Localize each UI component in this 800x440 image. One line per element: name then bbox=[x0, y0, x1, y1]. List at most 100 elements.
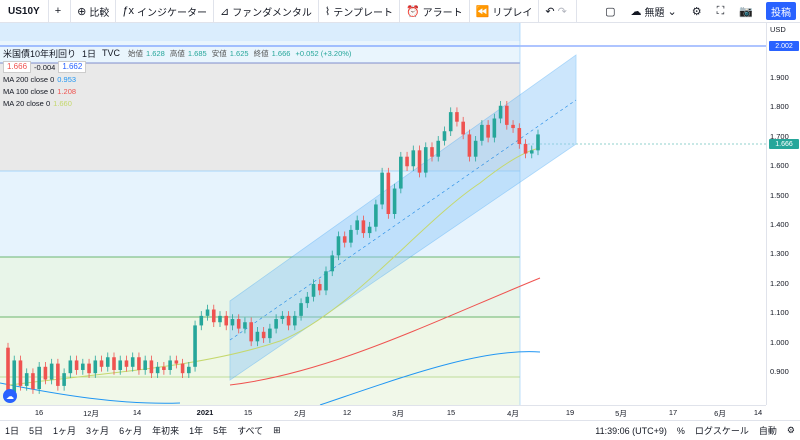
candle-body bbox=[24, 373, 29, 386]
candle-body bbox=[436, 140, 441, 157]
close-label: 終値 bbox=[253, 48, 269, 58]
candle-body bbox=[230, 319, 235, 326]
replay-button[interactable]: ⏪ リプレイ bbox=[470, 0, 540, 22]
time-tick: 15 bbox=[243, 408, 253, 417]
chart-area[interactable]: 米国債10年利回り 1日 TVC 始値 1.628 高値 1.685 安値 1.625… bbox=[0, 23, 766, 405]
candle-body bbox=[492, 118, 497, 138]
gear-icon[interactable]: ⚙ bbox=[782, 425, 800, 436]
fundamentals-button[interactable]: ⊿ ファンダメンタル bbox=[214, 0, 319, 22]
auto-scale-toggle[interactable]: 自動 bbox=[754, 424, 782, 437]
legend-bidask-row: 1.666 -0.004 1.662 bbox=[3, 61, 354, 73]
candle-body bbox=[180, 363, 185, 374]
candle-body bbox=[274, 319, 278, 329]
time-tick: 2月 bbox=[294, 409, 306, 418]
price-tick: 1.000 bbox=[770, 337, 789, 347]
layout-name-button[interactable]: ☁ 無題 ⌄ bbox=[625, 0, 686, 22]
candle-body bbox=[311, 284, 316, 297]
candle-body bbox=[99, 360, 104, 367]
fullscreen-button[interactable]: ⛶ bbox=[711, 0, 734, 22]
price-axis[interactable]: USD 2.002 1.900 1.800 1.700 1.600 1.500 1.400… bbox=[766, 23, 800, 405]
legend-ma20[interactable]: MA 20 close 0 1.660 bbox=[3, 97, 354, 109]
time-tick: 3月 bbox=[392, 409, 404, 418]
price-badge-top: 2.002 bbox=[769, 41, 799, 51]
range-button[interactable]: 5年 bbox=[208, 424, 232, 437]
bid-box[interactable]: 1.666 bbox=[3, 61, 32, 73]
price-tick: 1.100 bbox=[770, 308, 789, 318]
alerts-label: アラート bbox=[422, 7, 463, 19]
candle-body bbox=[536, 134, 540, 151]
candle-body bbox=[268, 328, 272, 339]
indicators-label: インジケーター bbox=[136, 7, 207, 19]
candle-body bbox=[43, 366, 48, 380]
candle-body bbox=[155, 366, 160, 374]
candle-body bbox=[49, 363, 54, 380]
undo-button[interactable]: ↶ ↷ bbox=[539, 0, 577, 22]
add-symbol-button[interactable]: + bbox=[49, 0, 72, 22]
low-label: 安値 bbox=[211, 48, 227, 58]
open-value: 1.628 bbox=[146, 48, 165, 58]
time-tick: 6月 bbox=[714, 409, 726, 418]
calendar-icon[interactable]: ⊞ bbox=[268, 425, 286, 436]
post-button[interactable]: 投稿 bbox=[766, 2, 796, 20]
percent-toggle[interactable]: % bbox=[672, 426, 690, 436]
templates-button[interactable]: ⌇ テンプレート bbox=[319, 0, 400, 22]
snapshot-button[interactable]: 📷 bbox=[733, 0, 762, 22]
symbol-search[interactable]: US10Y bbox=[0, 0, 49, 22]
candle-body bbox=[374, 204, 378, 227]
legend-ma200[interactable]: MA 200 close 0 0.953 bbox=[3, 73, 354, 85]
compare-button[interactable]: ⊕ 比較 bbox=[71, 0, 117, 22]
alarm-icon: ⏰ bbox=[405, 5, 420, 18]
high-value: 1.685 bbox=[187, 48, 207, 58]
candle-body bbox=[174, 360, 179, 364]
candle-body bbox=[187, 366, 191, 374]
candle-body bbox=[399, 156, 403, 189]
candle-body bbox=[417, 150, 422, 173]
candle-body bbox=[305, 296, 310, 304]
candle-body bbox=[112, 357, 116, 370]
candle-body bbox=[81, 363, 85, 370]
candle-body bbox=[430, 147, 434, 157]
legend-symbol-title: 米国債10年利回り bbox=[3, 48, 77, 59]
candle-body bbox=[467, 134, 472, 157]
logo-icon[interactable]: ☁ bbox=[3, 389, 17, 403]
settings-button[interactable]: ⚙ bbox=[686, 0, 711, 22]
range-button[interactable]: すべて bbox=[232, 424, 268, 437]
candle-body bbox=[193, 325, 197, 367]
candle-body bbox=[236, 319, 241, 329]
candle-body bbox=[124, 360, 129, 367]
candle-body bbox=[87, 363, 91, 374]
candle-body bbox=[448, 112, 453, 132]
range-button[interactable]: 1ヶ月 bbox=[48, 424, 81, 437]
legend-title-row: 米国債10年利回り 1日 TVC 始値 1.628 高値 1.685 安値 1.625… bbox=[3, 47, 354, 59]
range-button[interactable]: 5日 bbox=[24, 424, 48, 437]
spread-value: -0.004 bbox=[34, 62, 56, 72]
candle-body bbox=[293, 315, 297, 326]
time-axis[interactable]: 16 12月 14 2021 15 2月 12 3月 15 4月 19 5月 17 6月 14 bbox=[0, 405, 766, 420]
ask-box[interactable]: 1.662 bbox=[58, 61, 87, 73]
legend-ma100[interactable]: MA 100 close 0 1.208 bbox=[3, 85, 354, 97]
candle-body bbox=[62, 373, 66, 386]
layout-toggle-button[interactable]: ▢ bbox=[599, 0, 624, 22]
candle-body bbox=[386, 172, 391, 214]
candle-body bbox=[199, 315, 204, 326]
price-tick: 1.200 bbox=[770, 278, 789, 288]
candle-body bbox=[455, 112, 459, 122]
candle-body bbox=[317, 284, 322, 291]
log-scale-toggle[interactable]: ログスケール bbox=[690, 424, 754, 437]
range-button[interactable]: 3ヶ月 bbox=[81, 424, 114, 437]
alerts-button[interactable]: ⏰ アラート bbox=[400, 0, 470, 22]
price-tick: 0.900 bbox=[770, 367, 789, 376]
candle-body bbox=[486, 124, 490, 138]
price-tick: 1.500 bbox=[770, 190, 789, 200]
range-button[interactable]: 6ヶ月 bbox=[114, 424, 147, 437]
indicators-button[interactable]: ƒx インジケーター bbox=[116, 0, 214, 22]
candle-body bbox=[473, 140, 478, 157]
range-button[interactable]: 1年 bbox=[184, 424, 208, 437]
clock-time[interactable]: 11:39:06 (UTC+9) bbox=[590, 426, 672, 436]
candle-body bbox=[118, 360, 123, 370]
candle-body bbox=[498, 105, 503, 119]
range-button[interactable]: 年初来 bbox=[147, 424, 184, 437]
candle-body bbox=[517, 128, 522, 144]
time-tick: 17 bbox=[668, 408, 678, 417]
range-button[interactable]: 1日 bbox=[0, 424, 24, 437]
